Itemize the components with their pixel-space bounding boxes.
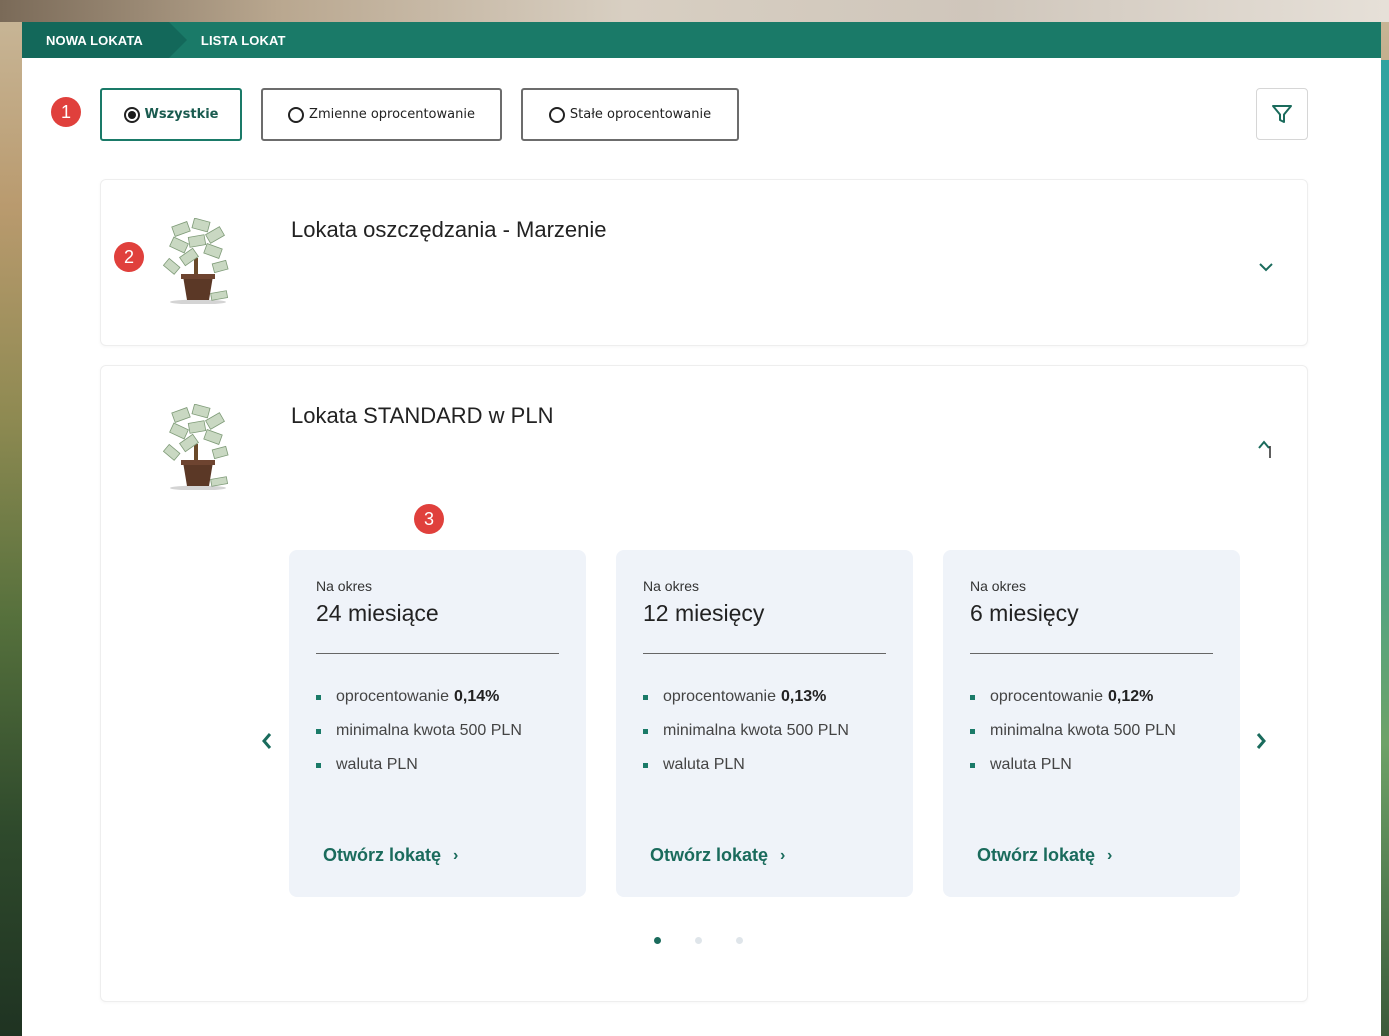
carousel-next-button[interactable] [1246,721,1276,761]
filter-variable-button[interactable]: Zmienne oprocentowanie [261,88,502,141]
chevron-down-icon [1259,263,1273,272]
bullet-icon [643,694,648,700]
carousel-dot[interactable] [654,937,661,944]
open-deposit-label: Otwórz lokatę [323,845,442,865]
rate-label: oprocentowanie [990,688,1103,705]
chevron-right-icon: › [453,846,459,864]
currency: waluta PLN [990,756,1072,773]
min-amount: minimalna kwota 500 PLN [663,722,849,739]
step-badge-1: 1 [51,97,81,127]
period-label: Na okres [970,578,1027,594]
period-label: Na okres [643,578,700,594]
min-amount: minimalna kwota 500 PLN [990,722,1176,739]
deposit-title: Lokata STANDARD w PLN [291,403,554,428]
rate-value: 0,12% [1107,688,1154,705]
deposit-card-marzenie[interactable]: Lokata oszczędzania - Marzenie [100,179,1308,346]
rate-value: 0,14% [453,688,500,705]
offer-card-12m: Na okres 12 miesięcy oprocentowanie 0,13%… [616,550,913,897]
list-item: minimalna kwota 500 PLN [970,714,1176,748]
open-deposit-link[interactable]: Otwórz lokatę › [650,845,785,866]
carousel-dot[interactable] [695,937,702,944]
step-badge-3: 3 [414,504,444,534]
bullet-icon [316,728,321,734]
bullet-icon [643,728,648,734]
chevron-left-icon [262,733,272,749]
radio-selected-icon [123,106,140,123]
min-amount: minimalna kwota 500 PLN [336,722,522,739]
main-panel: NOWA LOKATA LISTA LOKAT 1 Wszystkie Zmie… [22,22,1381,1036]
rate-value: 0,13% [780,688,827,705]
filter-funnel-button[interactable] [1256,88,1308,140]
period-label: Na okres [316,578,373,594]
chevron-up-icon [1258,440,1271,458]
money-plant-icon [163,404,229,490]
list-item: minimalna kwota 500 PLN [316,714,522,748]
filter-variable-label: Zmienne oprocentowanie [309,107,475,122]
carousel-dot[interactable] [736,937,743,944]
top-nav: NOWA LOKATA LISTA LOKAT [22,22,1381,58]
bullet-icon [970,762,975,768]
divider [316,653,559,654]
offer-details: oprocentowanie 0,12% minimalna kwota 500 … [970,680,1176,782]
open-deposit-label: Otwórz lokatę [650,845,769,865]
collapse-button[interactable] [1251,434,1281,464]
list-item: oprocentowanie 0,14% [316,680,522,714]
filter-fixed-label: Stałe oprocentowanie [569,107,712,122]
bullet-icon [316,762,321,768]
list-item: minimalna kwota 500 PLN [643,714,849,748]
rate-label: oprocentowanie [663,688,776,705]
offer-card-6m: Na okres 6 miesięcy oprocentowanie 0,12% … [943,550,1240,897]
chevron-right-icon [1256,733,1266,749]
period-value: 12 miesięcy [643,600,765,626]
period-value: 6 miesięcy [970,600,1079,626]
bullet-icon [970,728,975,734]
money-plant-icon [163,218,229,304]
filter-all-label: Wszystkie [144,107,219,122]
open-deposit-link[interactable]: Otwórz lokatę › [323,845,458,866]
chevron-right-icon: › [780,846,786,864]
bullet-icon [643,762,648,768]
divider [970,653,1213,654]
offer-card-24m: Na okres 24 miesiące oprocentowanie 0,14%… [289,550,586,897]
offer-details: oprocentowanie 0,13% minimalna kwota 500 … [643,680,849,782]
bullet-icon [970,694,975,700]
carousel-prev-button[interactable] [252,721,282,761]
tab-new-deposit[interactable]: NOWA LOKATA [22,22,187,58]
list-item: waluta PLN [316,748,522,782]
radio-empty-icon [288,106,305,123]
open-deposit-link[interactable]: Otwórz lokatę › [977,845,1112,866]
carousel-pagination [654,937,777,944]
period-value: 24 miesiące [316,600,439,626]
funnel-icon [1272,105,1292,123]
list-item: oprocentowanie 0,13% [643,680,849,714]
deposit-title: Lokata oszczędzania - Marzenie [291,217,607,242]
background-top-strip [0,0,1389,22]
radio-empty-icon [548,106,565,123]
currency: waluta PLN [336,756,418,773]
list-item: oprocentowanie 0,12% [970,680,1176,714]
offer-details: oprocentowanie 0,14% minimalna kwota 500 … [316,680,522,782]
chevron-right-icon: › [1107,846,1113,864]
filter-all-button[interactable]: Wszystkie [100,88,242,141]
currency: waluta PLN [663,756,745,773]
step-badge-2: 2 [114,242,144,272]
rate-label: oprocentowanie [336,688,449,705]
list-item: waluta PLN [643,748,849,782]
bullet-icon [316,694,321,700]
open-deposit-label: Otwórz lokatę [977,845,1096,865]
list-item: waluta PLN [970,748,1176,782]
background-right-strip [1381,60,1389,1036]
divider [643,653,886,654]
expand-button[interactable] [1251,252,1281,282]
filter-fixed-button[interactable]: Stałe oprocentowanie [521,88,739,141]
